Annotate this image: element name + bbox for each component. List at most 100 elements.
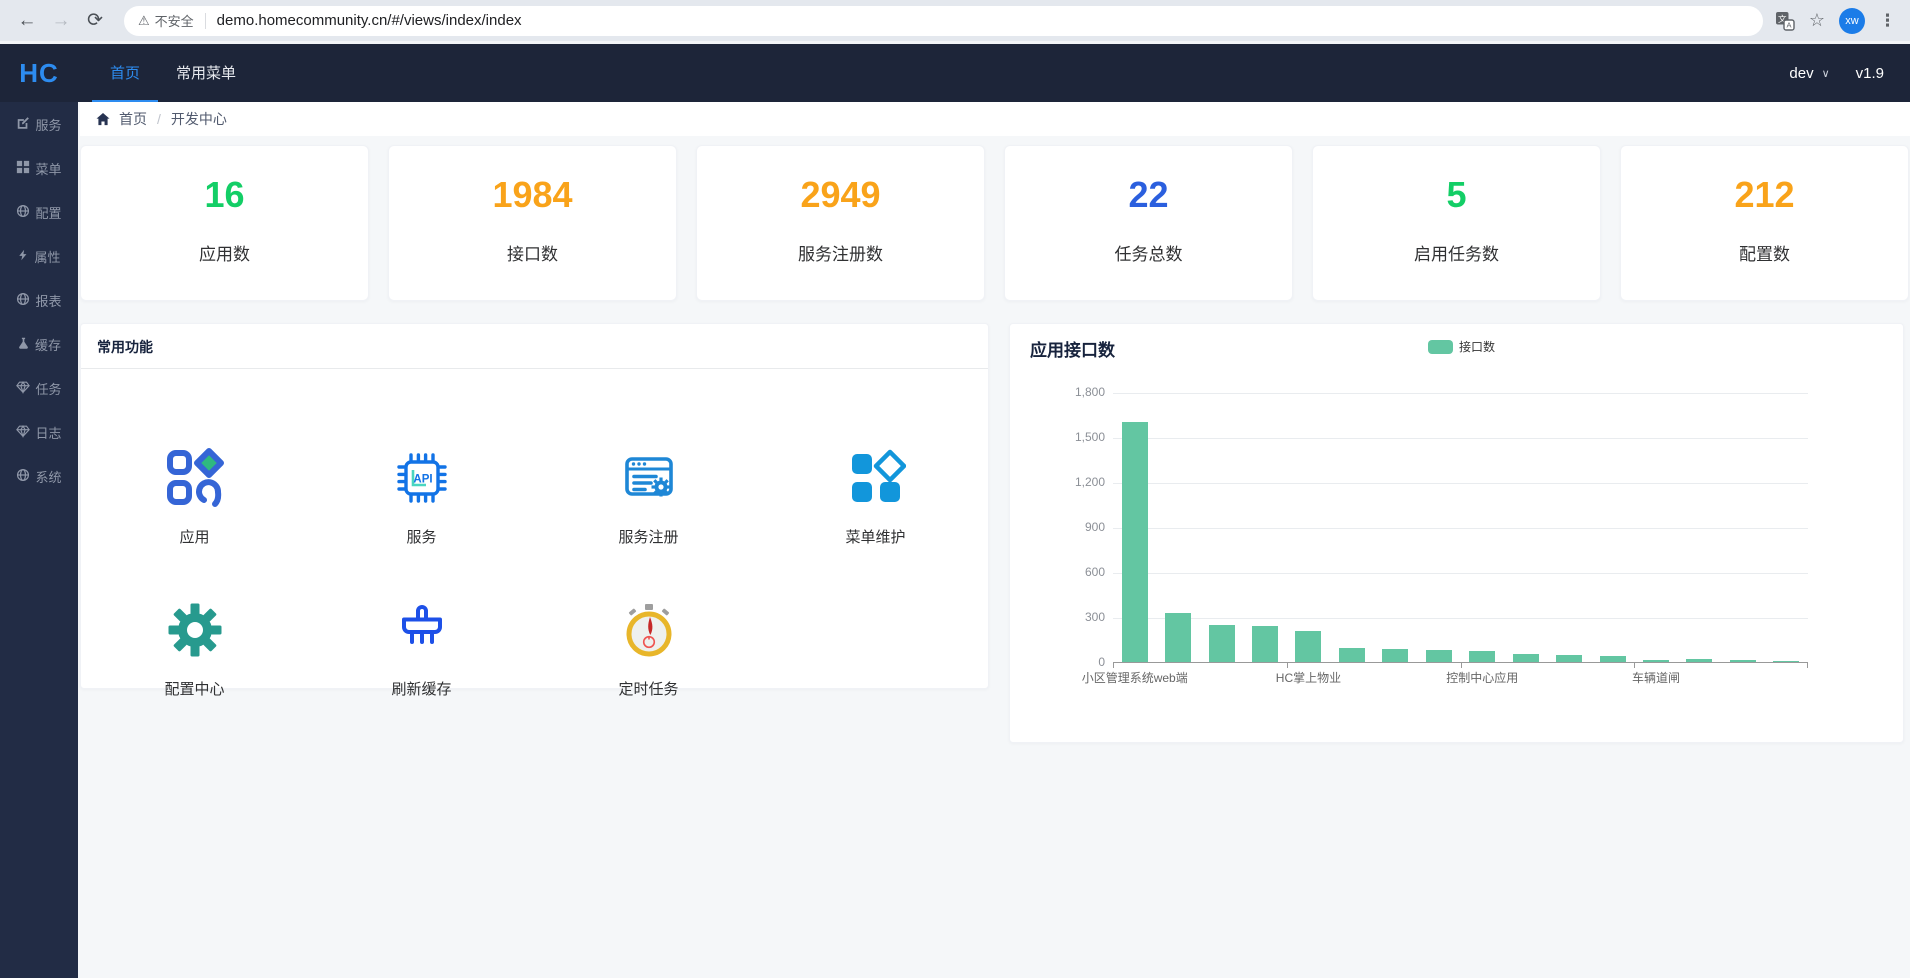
browser-back-button[interactable]: ←	[10, 4, 44, 38]
tab-home[interactable]: 首页	[92, 44, 158, 102]
breadcrumb: 首页 / 开发中心	[80, 102, 1910, 136]
quick-item-refresh-cache[interactable]: 刷新缓存	[308, 547, 535, 699]
x-axis-tick-label: 控制中心应用	[1446, 669, 1518, 686]
chart-bar	[1643, 660, 1669, 662]
timer-stopwatch-icon	[619, 600, 679, 665]
chart-title: 应用接口数	[1030, 336, 1115, 361]
chart-bar	[1382, 649, 1408, 662]
quick-item-service[interactable]: API 服务	[308, 395, 535, 547]
x-axis-tick-label: 车辆道闸	[1632, 669, 1680, 686]
service-register-icon	[619, 448, 679, 513]
chart-bar	[1295, 631, 1321, 663]
quick-item-label: 应用	[179, 526, 209, 547]
breadcrumb-home[interactable]: 首页	[119, 109, 147, 129]
globe-icon	[16, 468, 30, 485]
quick-item-service-register[interactable]: 服务注册	[535, 395, 762, 547]
sidebar-item-menus[interactable]: 菜单	[0, 146, 78, 190]
interface-count-chart-panel: 应用接口数 接口数 03006009001,2001,5001,800小区管理系…	[1009, 323, 1904, 743]
grid-line	[1113, 528, 1808, 529]
header-tabs: 首页 常用菜单	[92, 44, 254, 102]
grid-line	[1113, 438, 1808, 439]
stat-card-total-tasks: 22 任务总数	[1004, 145, 1293, 301]
chart-bar	[1513, 654, 1539, 662]
stat-card-apps: 16 应用数	[80, 145, 369, 301]
grid-icon	[16, 160, 30, 177]
stat-value: 1984	[389, 174, 676, 216]
url-text[interactable]: demo.homecommunity.cn/#/views/index/inde…	[217, 12, 522, 29]
not-secure-label[interactable]: 不安全	[155, 11, 194, 30]
x-axis-tick-label: 小区管理系统web端	[1082, 669, 1188, 686]
stat-value: 16	[81, 174, 368, 216]
legend-swatch	[1428, 340, 1453, 354]
chart-bar	[1600, 656, 1626, 662]
app-logo[interactable]: HC	[0, 44, 78, 102]
sidebar-item-logs[interactable]: 日志	[0, 410, 78, 454]
sidebar-item-label: 日志	[35, 423, 61, 442]
quick-item-config-center[interactable]: 配置中心	[81, 547, 308, 699]
quick-grid: 应用	[81, 369, 988, 699]
stat-label: 启用任务数	[1313, 240, 1600, 265]
api-chip-icon: API	[392, 448, 452, 513]
chart-bar	[1165, 613, 1191, 662]
legend-label: 接口数	[1459, 338, 1495, 355]
x-axis-tick-label: HC掌上物业	[1276, 669, 1341, 686]
y-axis-tick-label: 900	[1030, 520, 1105, 534]
tab-common-menu-label: 常用菜单	[176, 62, 236, 83]
quick-item-label: 菜单维护	[845, 526, 905, 547]
gem-icon	[16, 424, 30, 441]
omnibox-divider	[205, 13, 206, 29]
quick-functions-panel: 常用功能 应用	[80, 323, 989, 689]
x-axis-tick	[1461, 663, 1462, 668]
edit-icon	[16, 116, 30, 133]
tab-common-menu[interactable]: 常用菜单	[158, 44, 254, 102]
sidebar-item-tasks[interactable]: 任务	[0, 366, 78, 410]
sidebar: 服务 菜单 配置 属性 报表 缓存 任务 日志	[0, 102, 78, 978]
sidebar-item-services[interactable]: 服务	[0, 102, 78, 146]
stat-label: 接口数	[389, 240, 676, 265]
chart-bar	[1209, 625, 1235, 663]
svg-text:API: API	[413, 474, 432, 486]
sidebar-item-config[interactable]: 配置	[0, 190, 78, 234]
x-axis-tick	[1113, 663, 1114, 668]
chart-bar	[1773, 661, 1799, 663]
browser-reload-button[interactable]: ⟳	[78, 4, 112, 38]
stat-card-interfaces: 1984 接口数	[388, 145, 677, 301]
quick-item-menu-maintain[interactable]: 菜单维护	[762, 395, 989, 547]
flask-icon	[17, 336, 30, 353]
bookmark-star-icon[interactable]: ☆	[1809, 10, 1825, 31]
chart-bar	[1730, 660, 1756, 662]
main-content: 首页 / 开发中心 16 应用数 1984 接口数 2949 服务注册数 22 …	[78, 102, 1910, 978]
svg-text:A: A	[1786, 20, 1791, 29]
browser-toolbar: ← → ⟳ ⚠ 不安全 demo.homecommunity.cn/#/view…	[0, 0, 1910, 44]
stat-label: 应用数	[81, 240, 368, 265]
browser-forward-button[interactable]: →	[44, 4, 78, 38]
sidebar-item-reports[interactable]: 报表	[0, 278, 78, 322]
browser-profile-avatar[interactable]: xw	[1839, 8, 1865, 34]
menu-maintain-icon	[846, 448, 906, 513]
y-axis-tick-label: 600	[1030, 565, 1105, 579]
sidebar-item-label: 服务	[35, 115, 61, 134]
breadcrumb-current: 开发中心	[171, 109, 227, 129]
sidebar-item-cache[interactable]: 缓存	[0, 322, 78, 366]
translate-icon[interactable]: 文 A	[1775, 11, 1795, 31]
sidebar-item-attributes[interactable]: 属性	[0, 234, 78, 278]
env-dropdown[interactable]: dev ∨	[1789, 65, 1829, 82]
sidebar-item-label: 报表	[35, 291, 61, 310]
sidebar-item-system[interactable]: 系统	[0, 454, 78, 498]
gem-icon	[16, 380, 30, 397]
quick-item-timer-task[interactable]: 定时任务	[535, 547, 762, 699]
quick-item-label: 配置中心	[164, 678, 224, 699]
chart-bar	[1556, 655, 1582, 662]
grid-line	[1113, 483, 1808, 484]
sidebar-item-label: 缓存	[35, 335, 61, 354]
chart-bar	[1122, 422, 1148, 662]
stat-cards-row: 16 应用数 1984 接口数 2949 服务注册数 22 任务总数 5 启用任…	[80, 145, 1910, 301]
quick-item-app[interactable]: 应用	[81, 395, 308, 547]
sidebar-item-label: 任务	[35, 379, 61, 398]
address-bar[interactable]: ⚠ 不安全 demo.homecommunity.cn/#/views/inde…	[124, 6, 1763, 36]
chart-legend[interactable]: 接口数	[1428, 338, 1495, 355]
app-header: HC 首页 常用菜单 dev ∨ v1.9	[0, 44, 1910, 102]
browser-menu-icon[interactable]: ⋮	[1879, 11, 1896, 31]
y-axis-tick-label: 0	[1030, 655, 1105, 669]
env-label: dev	[1789, 65, 1813, 82]
